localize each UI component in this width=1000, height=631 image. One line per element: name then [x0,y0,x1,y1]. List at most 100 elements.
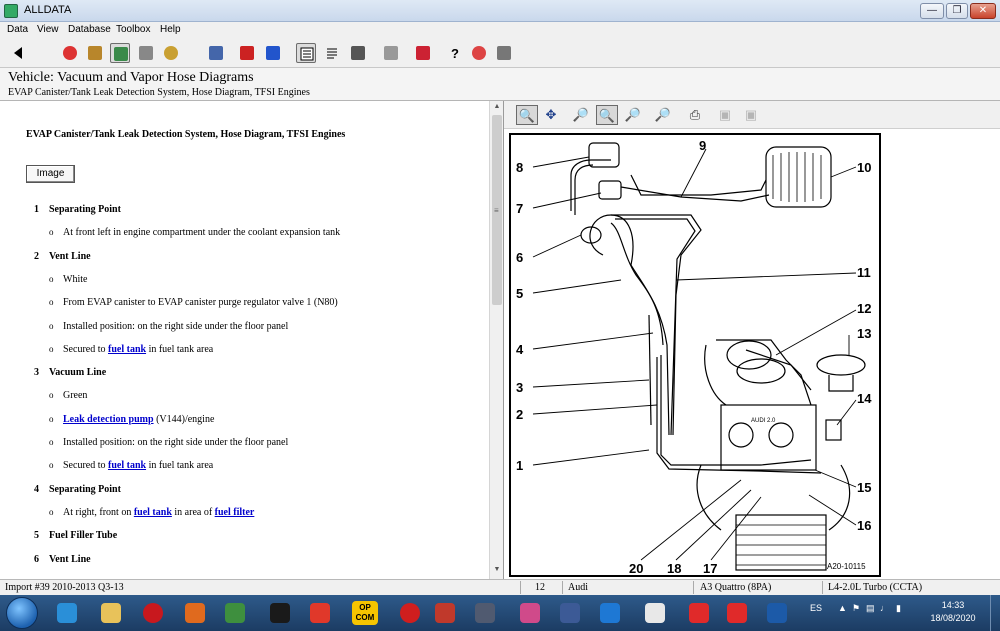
bullet-text: White [63,274,87,285]
taskbar-anydesk-app-2[interactable] [722,598,752,628]
print-icon [384,46,398,60]
taskbar-anydesk-app[interactable] [684,598,714,628]
wrench-icon [209,46,223,60]
image-camera-save-button[interactable]: ▣ [740,105,762,125]
flag-icon[interactable]: ⚑ [852,603,860,614]
scroll-down-icon[interactable]: ▼ [492,566,502,576]
show-desktop-button[interactable] [990,595,1000,631]
bullet-icon: o [49,297,54,308]
pan-icon: ✥ [545,107,557,122]
vehicle-select-button[interactable] [60,43,80,63]
car-button[interactable] [263,43,283,63]
taskbar-stop-app-2[interactable] [395,598,425,628]
document-view-button[interactable] [296,43,316,63]
taskbar-app[interactable] [265,598,295,628]
taskbar-monitor-app[interactable] [555,598,585,628]
callout-7: 7 [516,201,523,216]
taskbar-stop-app[interactable] [138,598,168,628]
page-header: Vehicle: Vacuum and Vapor Hose Diagrams … [0,68,1000,101]
scroll-up-icon[interactable]: ▲ [492,103,502,113]
taskbar-notepad-app[interactable] [640,598,670,628]
bullet-text: Leak detection pump (V144)/engine [63,414,214,425]
specs-button[interactable] [136,43,156,63]
export-button[interactable] [413,43,433,63]
splitter-grip-icon[interactable]: ≡ [494,206,500,215]
callout-6: 6 [516,250,523,265]
doc-text: in area of [171,506,215,518]
back-button[interactable] [8,43,28,63]
doc-link[interactable]: fuel filter [215,507,255,518]
title-bar: ALLDATA — ❐ ✕ [0,0,1000,22]
taskbar-ie[interactable] [52,598,82,628]
zoom-in-button[interactable]: 🔍 [516,105,538,125]
minimize-button[interactable]: — [920,3,944,19]
parts-button[interactable] [494,43,514,63]
language-indicator[interactable]: ES [810,603,822,613]
new-car-button[interactable] [237,43,257,63]
item-number: 1 [34,204,39,215]
image-camera-button[interactable]: ▣ [714,105,736,125]
list-button[interactable] [322,43,342,63]
tray-arrow-icon[interactable]: ▲ [838,603,847,613]
camera-button[interactable] [348,43,368,63]
image-print-button[interactable]: ⎙ [684,105,706,125]
taskbar-flash-app[interactable] [595,598,625,628]
taskbar-remote-app[interactable] [762,598,792,628]
doc-link[interactable]: fuel tank [108,344,146,355]
taskbar-vag-app[interactable] [470,598,500,628]
doc-link[interactable]: Leak detection pump [63,414,154,425]
menu-view[interactable]: View [37,24,59,35]
image-button[interactable]: Image [26,165,75,183]
garage-button[interactable] [85,43,105,63]
taskbar-media[interactable] [180,598,210,628]
zoom-area-button[interactable]: 🔎 [570,105,592,125]
zoom-area-icon: 🔎 [572,107,590,122]
callout-8: 8 [516,160,523,175]
zoom-reset-button[interactable]: 🔎 [652,105,674,125]
help-button[interactable]: ? [444,43,464,63]
start-orb-icon[interactable] [6,597,38,629]
taskbar-scissors-app[interactable] [515,598,545,628]
stop-app-icon [143,603,163,623]
volume-icon[interactable]: ♩ [880,603,889,613]
bullet-text: At front left in engine compartment unde… [63,227,340,238]
battery-icon[interactable]: ▮ [896,603,901,614]
vag-app-icon [475,603,495,623]
callout-17: 17 [703,561,717,575]
zoom-fit-button[interactable]: 🔍 [596,105,618,125]
opcom-label-1: OP [359,603,371,612]
network-icon[interactable]: ▤ [866,603,875,614]
doc-link[interactable]: fuel tank [134,507,172,518]
callout-10: 10 [857,160,871,175]
flash-app-icon [600,603,620,623]
menu-help[interactable]: Help [160,24,181,35]
menu-data[interactable]: Data [7,24,28,35]
feedback-button[interactable] [469,43,489,63]
component-button[interactable] [161,43,181,63]
taskbar-car-app[interactable] [430,598,460,628]
document-scrollbar[interactable]: ▲ ≡ ▼ [489,101,503,579]
pan-button[interactable]: ✥ [540,105,562,125]
bullet-text: Secured to fuel tank in fuel tank area [63,344,213,355]
doc-link[interactable]: fuel tank [108,460,146,471]
alldata-app-icon [4,4,18,18]
hose-diagram[interactable]: AUDI 2.0 1 2 3 4 5 6 7 8 9 10 11 12 13 1… [509,133,881,577]
taskbar-ccleaner[interactable] [305,598,335,628]
bullet-icon: o [49,460,54,471]
close-button[interactable]: ✕ [970,3,996,19]
zoom-out-button[interactable]: 🔎 [622,105,644,125]
tsb-button[interactable] [110,43,130,63]
restore-button[interactable]: ❐ [946,3,968,19]
taskbar-explorer[interactable] [96,598,126,628]
print-button[interactable] [381,43,401,63]
menu-database[interactable]: Database [68,24,111,35]
taskbar-opcom[interactable]: OP COM [350,598,380,628]
callout-16: 16 [857,518,871,533]
svg-text:?: ? [451,46,459,61]
car-icon [266,46,280,60]
taskbar-clock[interactable]: 14:33 18/08/2020 [928,599,978,625]
menu-toolbox[interactable]: Toolbox [116,24,150,35]
wrench-button[interactable] [206,43,226,63]
bullet-text: Installed position: on the right side un… [63,321,288,332]
taskbar-chrome[interactable] [220,598,250,628]
